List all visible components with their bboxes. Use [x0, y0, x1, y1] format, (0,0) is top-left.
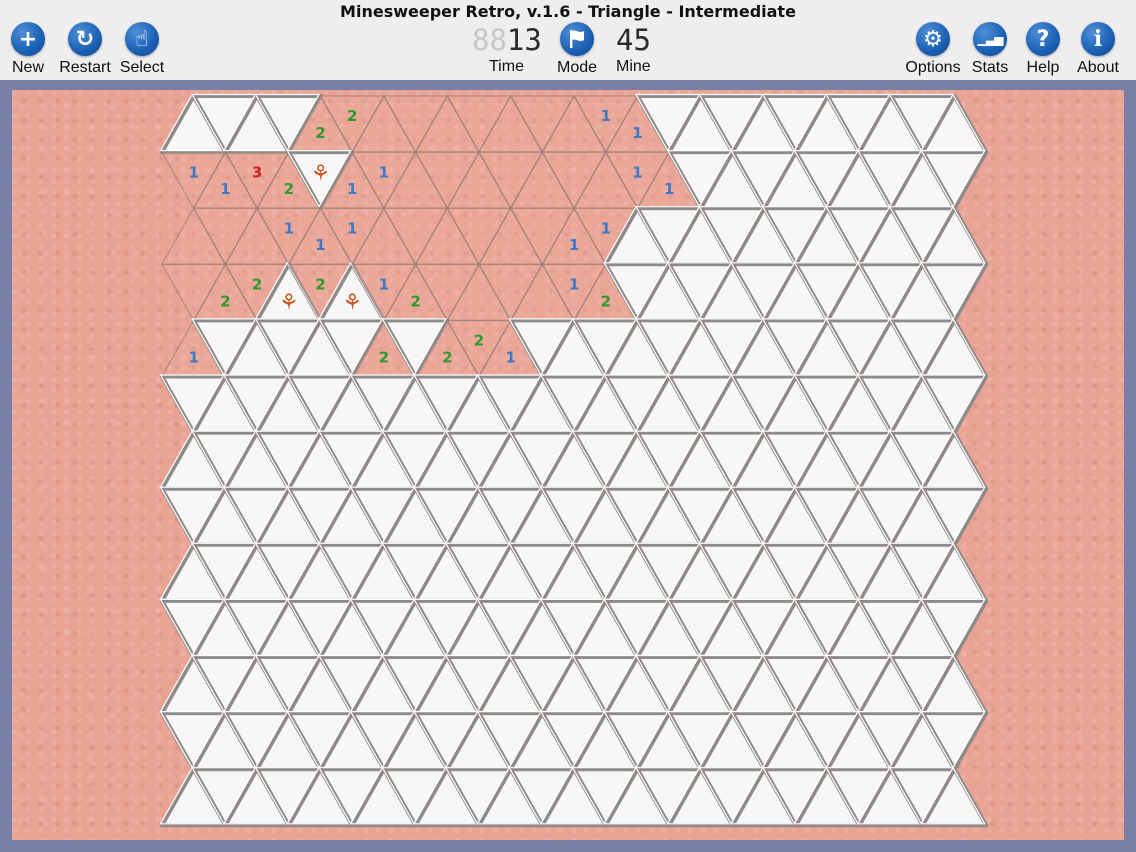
cell-number: 2	[347, 107, 357, 125]
flag-leaf-icon: ⚘	[311, 161, 331, 186]
window-title: Minesweeper Retro, v.1.6 - Triangle - In…	[340, 2, 796, 21]
about-button[interactable]: i About	[1066, 22, 1130, 78]
cell-number: 2	[284, 180, 294, 198]
flag-leaf-icon: ⚘	[342, 290, 362, 315]
cell-number: 1	[601, 107, 611, 125]
cell-number: 1	[315, 236, 325, 254]
cell-number: 1	[188, 348, 198, 366]
help-label: Help	[1026, 59, 1060, 76]
cell-number: 1	[284, 219, 294, 237]
cell-number: 2	[474, 332, 484, 350]
about-label: About	[1077, 59, 1119, 76]
game-board: 2 2 1 1 1 1 3 2 ⚘ 1 1 1 1 1 1 1 1 1 2 2 ⚘ 2 ⚘ 1 2 1 2 1 2 2 2 1	[12, 90, 1124, 840]
question-icon: ?	[1026, 22, 1060, 56]
restart-label: Restart	[59, 59, 111, 76]
options-label: Options	[905, 59, 961, 76]
info-icon: i	[1081, 22, 1115, 56]
cell-number: 1	[220, 180, 230, 198]
cell-number: 3	[252, 163, 262, 181]
cell-number: 1	[569, 236, 579, 254]
cell-number: 2	[220, 292, 230, 310]
time-ghost-digits: 88	[472, 23, 507, 57]
flag-leaf-icon: ⚘	[279, 290, 299, 315]
cell-number: 2	[442, 348, 452, 366]
mode-label: Mode	[556, 59, 598, 76]
time-value: 13	[506, 23, 542, 57]
cell-number: 2	[315, 124, 325, 142]
select-button[interactable]: ☝ Select	[110, 22, 174, 78]
gear-icon: ⚙	[916, 22, 950, 56]
options-button[interactable]: ⚙ Options	[901, 22, 965, 78]
new-label: New	[11, 59, 44, 76]
cell-number: 1	[379, 163, 389, 181]
cell-number: 1	[379, 275, 389, 293]
select-label: Select	[119, 59, 165, 76]
mode-button[interactable]: Mode	[545, 22, 609, 78]
bar-chart-icon: ▁▃▅	[973, 22, 1007, 56]
cell-number: 1	[347, 180, 357, 198]
cell-number: 2	[315, 275, 325, 293]
cell-number: 1	[664, 180, 674, 198]
cell-number: 2	[379, 348, 389, 366]
cell-number: 2	[410, 292, 420, 310]
plus-icon: +	[11, 22, 45, 56]
cell-number: 1	[569, 275, 579, 293]
mine-label: Mine	[616, 58, 651, 75]
restart-button[interactable]: ↻ Restart	[53, 22, 117, 78]
cell-number: 1	[632, 163, 642, 181]
cell-number: 1	[188, 163, 198, 181]
cell-number: 1	[347, 219, 357, 237]
mine-display: 45	[616, 23, 692, 57]
cell-number: 2	[601, 292, 611, 310]
new-button[interactable]: + New	[0, 22, 60, 78]
cell-number: 1	[505, 348, 515, 366]
time-label: Time	[489, 58, 524, 75]
triangle-grid: 2 2 1 1 1 1 3 2 ⚘ 1 1 1 1 1 1 1 1 1 2 2 ⚘ 2 ⚘ 1 2 1 2 1 2 2 2 1	[159, 93, 989, 828]
flag-icon	[560, 22, 594, 56]
pointer-hand-icon: ☝	[125, 22, 159, 56]
restart-icon: ↻	[68, 22, 102, 56]
mine-value: 45	[616, 23, 651, 57]
time-display: 8813	[472, 23, 548, 57]
cell-number: 2	[252, 275, 262, 293]
cell-number: 1	[601, 219, 611, 237]
cell-number: 1	[632, 124, 642, 142]
stats-label: Stats	[971, 59, 1009, 76]
